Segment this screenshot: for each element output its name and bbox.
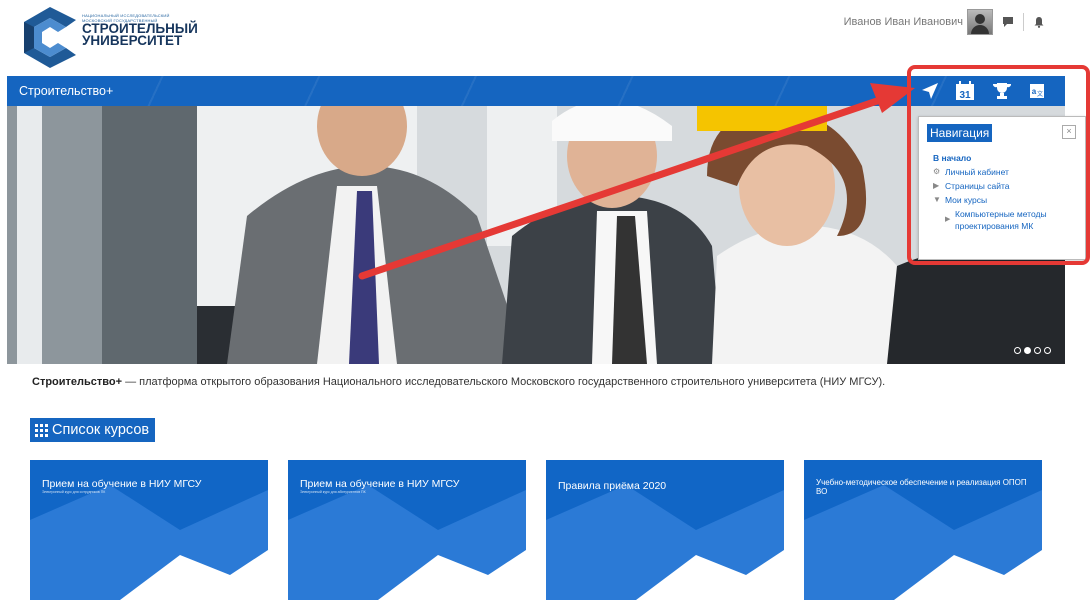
course-card-title[interactable]: Учебно-методическое обеспечение и реализ…: [816, 478, 1031, 496]
course-card-subtitle: Электронный курс для сотрудников ПК: [42, 490, 106, 494]
course-card[interactable]: Прием на обучение в НИУ МГСУ Электронный…: [288, 460, 526, 600]
course-card-title[interactable]: Прием на обучение в НИУ МГСУ: [42, 478, 257, 490]
course-card-subtitle: Электронный курс для абитуриентов ПК: [300, 490, 366, 494]
user-menu[interactable]: Иванов Иван Иванович: [844, 9, 1046, 35]
slider-dots: [1014, 347, 1051, 354]
description-text: — платформа открытого образования Национ…: [122, 376, 886, 388]
header-divider: [1023, 13, 1024, 31]
course-card[interactable]: Прием на обучение в НИУ МГСУ Электронный…: [30, 460, 268, 600]
grid-icon: [35, 423, 48, 437]
university-logo-text: НАЦИОНАЛЬНЫЙ ИССЛЕДОВАТЕЛЬСКИЙ МОСКОВСКИ…: [82, 13, 198, 47]
messages-icon[interactable]: [1001, 15, 1015, 29]
logo-line-4: УНИВЕРСИТЕТ: [82, 33, 183, 48]
course-card[interactable]: Учебно-методическое обеспечение и реализ…: [804, 460, 1042, 600]
slider-dot[interactable]: [1034, 347, 1041, 354]
avatar[interactable]: [967, 9, 993, 35]
course-card-title[interactable]: Правила приёма 2020: [558, 480, 773, 492]
slider-dot[interactable]: [1014, 347, 1021, 354]
course-cards: Прием на обучение в НИУ МГСУ Электронный…: [30, 460, 1044, 600]
course-card[interactable]: Правила приёма 2020: [546, 460, 784, 600]
courses-heading-label: Список курсов: [52, 422, 150, 438]
university-logo[interactable]: [20, 5, 80, 70]
description-brand: Строительство+: [32, 376, 123, 388]
courses-list-heading: Список курсов: [30, 418, 156, 442]
user-name[interactable]: Иванов Иван Иванович: [844, 16, 963, 28]
slider-dot-active[interactable]: [1024, 347, 1031, 354]
platform-description: Строительство+ — платформа открытого обр…: [32, 376, 885, 388]
notifications-bell-icon[interactable]: [1032, 15, 1046, 29]
course-card-title[interactable]: Прием на обучение в НИУ МГСУ: [300, 478, 515, 490]
annotation-highlight-frame: [907, 65, 1090, 265]
site-brand-link[interactable]: Строительство+: [19, 84, 113, 98]
slider-dot[interactable]: [1044, 347, 1051, 354]
